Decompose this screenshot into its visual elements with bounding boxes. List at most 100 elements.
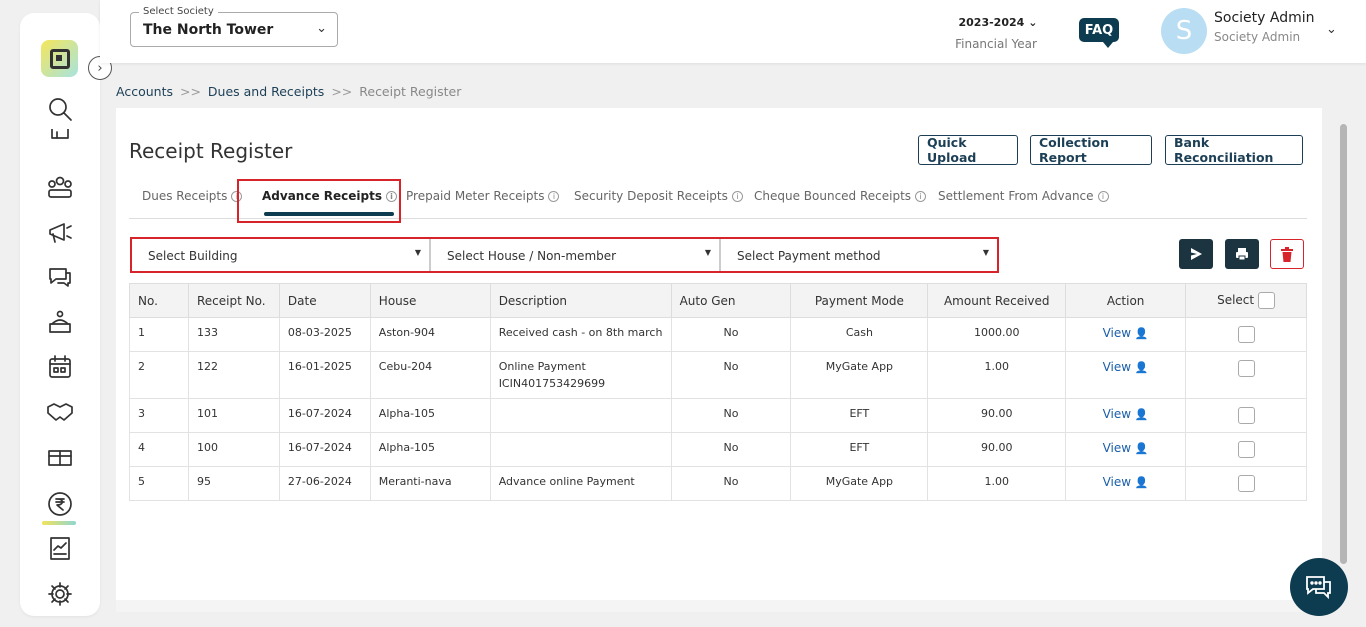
row-checkbox[interactable] <box>1237 441 1255 458</box>
cell-action: View 👤 <box>1065 466 1187 501</box>
cell-date: 16-01-2025 <box>278 351 371 399</box>
quick-upload-button[interactable]: Quick Upload <box>918 135 1018 165</box>
cell-action: View 👤 <box>1065 432 1187 467</box>
cell-no: 4 <box>129 432 189 467</box>
active-indicator <box>42 521 76 525</box>
col-amount-received: Amount Received <box>927 283 1067 318</box>
chevron-down-icon[interactable]: ⌄ <box>1326 22 1337 37</box>
society-select[interactable]: Select Society The North Tower ⌄ <box>130 6 338 47</box>
bank-reconciliation-button[interactable]: Bank Reconciliation <box>1165 135 1303 165</box>
financial-year-selector[interactable]: 2023-2024 ⌄ Financial Year <box>950 14 1042 51</box>
row-checkbox[interactable] <box>1237 326 1255 343</box>
main-panel: Receipt Register Quick Upload Collection… <box>116 108 1322 600</box>
send-button[interactable] <box>1179 239 1213 269</box>
search-icon[interactable] <box>44 93 76 125</box>
app-logo[interactable] <box>41 40 78 77</box>
cell-house: Alpha-105 <box>369 398 491 433</box>
table-row: 2 122 16-01-2025 Cebu-204 Online Payment… <box>129 351 1307 399</box>
cell-description: Advance online Payment <box>489 466 672 501</box>
filter-bar: Select Building ▼ Select House / Non-memb… <box>130 237 999 273</box>
cell-action: View 👤 <box>1065 317 1187 352</box>
print-button[interactable] <box>1225 239 1259 269</box>
rupee-icon[interactable] <box>44 488 76 520</box>
breadcrumb-accounts[interactable]: Accounts <box>116 84 173 99</box>
person-icon: 👤 <box>1134 476 1149 489</box>
society-select-value: The North Tower <box>143 22 274 38</box>
members-icon[interactable] <box>44 171 76 203</box>
table-header-row: No. Receipt No. Date House Description A… <box>129 283 1307 318</box>
society-select-label: Select Society <box>139 6 218 17</box>
tab-cheque-bounced-receipts[interactable]: Cheque Bounced Receipts i <box>754 189 927 203</box>
box-icon[interactable] <box>44 441 76 473</box>
cell-select <box>1185 317 1307 352</box>
cell-house: Meranti-nava <box>369 466 491 501</box>
row-checkbox[interactable] <box>1237 407 1255 424</box>
cell-action: View 👤 <box>1065 398 1187 433</box>
vertical-scrollbar[interactable] <box>1338 108 1350 614</box>
view-link[interactable]: View 👤 <box>1103 326 1149 340</box>
building-icon[interactable] <box>44 129 76 141</box>
chat-bubble-icon <box>1306 576 1331 600</box>
settings-icon[interactable] <box>44 578 76 610</box>
calendar-icon[interactable] <box>44 351 76 383</box>
cell-description: Online Payment ICIN401753429699 <box>489 351 672 399</box>
view-link[interactable]: View 👤 <box>1103 407 1149 421</box>
cell-date: 08-03-2025 <box>278 317 371 352</box>
chat-support-button[interactable] <box>1290 558 1348 616</box>
reports-icon[interactable] <box>44 532 76 564</box>
breadcrumb-current: Receipt Register <box>359 84 462 99</box>
faq-button[interactable]: FAQ <box>1079 18 1119 48</box>
breadcrumb-separator: >> <box>179 84 201 99</box>
view-link[interactable]: View 👤 <box>1103 360 1149 374</box>
helpdesk-icon[interactable] <box>44 306 76 338</box>
select-all-checkbox[interactable] <box>1257 292 1275 309</box>
cell-payment-mode: MyGate App <box>790 466 929 501</box>
cell-select <box>1185 466 1307 501</box>
cell-receipt-no: 122 <box>187 351 280 399</box>
row-checkbox[interactable] <box>1237 360 1255 377</box>
tab-settlement-from-advance[interactable]: Settlement From Advance i <box>938 189 1109 203</box>
cell-amount: 90.00 <box>927 398 1067 433</box>
tab-security-deposit-receipts[interactable]: Security Deposit Receipts i <box>574 189 743 203</box>
breadcrumb-separator: >> <box>331 84 353 99</box>
person-icon: 👤 <box>1134 408 1149 421</box>
tab-dues-receipts[interactable]: Dues Receipts i <box>142 189 243 203</box>
chat-icon[interactable] <box>44 261 76 293</box>
breadcrumb-dues-and-receipts[interactable]: Dues and Receipts <box>208 84 324 99</box>
table-row: 1 133 08-03-2025 Aston-904 Received cash… <box>129 317 1307 352</box>
chevron-down-icon: ⌄ <box>1028 16 1038 29</box>
payment-method-select[interactable]: Select Payment method ▼ <box>720 239 997 271</box>
user-info[interactable]: Society Admin Society Admin <box>1214 10 1315 44</box>
tab-prepaid-meter-receipts[interactable]: Prepaid Meter Receipts i <box>406 189 560 203</box>
user-name: Society Admin <box>1214 10 1315 26</box>
delete-button[interactable] <box>1270 239 1304 269</box>
cell-date: 16-07-2024 <box>278 398 371 433</box>
cell-payment-mode: EFT <box>790 432 929 467</box>
avatar[interactable]: S <box>1161 8 1207 54</box>
house-select[interactable]: Select House / Non-member ▼ <box>430 239 720 271</box>
cell-receipt-no: 133 <box>187 317 280 352</box>
table-row: 3 101 16-07-2024 Alpha-105 No EFT 90.00 … <box>129 398 1307 433</box>
cell-house: Aston-904 <box>369 317 491 352</box>
page-title: Receipt Register <box>129 139 293 163</box>
collection-report-button[interactable]: Collection Report <box>1030 135 1152 165</box>
cell-auto-gen: No <box>670 432 792 467</box>
announcement-icon[interactable] <box>44 216 76 248</box>
cell-auto-gen: No <box>670 398 792 433</box>
cell-description <box>489 432 672 467</box>
person-icon: 👤 <box>1134 442 1149 455</box>
row-checkbox[interactable] <box>1237 475 1255 492</box>
info-icon: i <box>731 191 743 202</box>
cell-description <box>489 398 672 433</box>
cell-receipt-no: 101 <box>187 398 280 433</box>
horizontal-scrollbar[interactable] <box>116 600 1322 612</box>
cell-no: 2 <box>129 351 189 399</box>
financial-year-label: Financial Year <box>955 37 1037 51</box>
table-row: 4 100 16-07-2024 Alpha-105 No EFT 90.00 … <box>129 432 1307 467</box>
breadcrumb: Accounts >> Dues and Receipts >> Receipt… <box>116 84 461 99</box>
handshake-icon[interactable] <box>44 395 76 427</box>
building-select[interactable]: Select Building ▼ <box>132 239 430 271</box>
view-link[interactable]: View 👤 <box>1103 441 1149 455</box>
view-link[interactable]: View 👤 <box>1103 475 1149 489</box>
cell-select <box>1185 351 1307 399</box>
